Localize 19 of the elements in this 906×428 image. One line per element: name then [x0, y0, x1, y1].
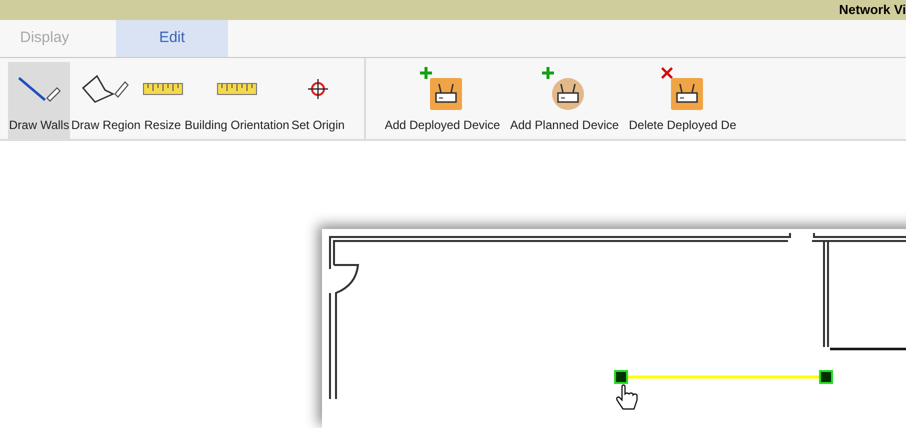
toolbar-button[interactable]: Draw Region: [70, 62, 142, 138]
toolbar-button[interactable]: Add Deployed Device: [384, 62, 502, 138]
router-delete-icon: [660, 66, 705, 110]
selected-wall[interactable]: [614, 369, 834, 385]
hand-cursor-icon: [614, 384, 640, 412]
region-pen-icon: [80, 74, 131, 104]
router-add-icon: [542, 66, 586, 110]
toolbar-button[interactable]: Add Planned Device: [509, 62, 620, 138]
toolbar-button[interactable]: Draw Walls: [8, 62, 70, 138]
ruler-icon: [142, 82, 183, 94]
crosshair-icon: [307, 78, 330, 100]
router-add-icon: [420, 66, 464, 110]
toolbar-button[interactable]: Resize: [142, 62, 184, 138]
toolbar-button[interactable]: Delete Deployed De: [628, 62, 738, 138]
window-title: Network Vi: [839, 1, 906, 19]
toolbar-button[interactable]: Building Orientation: [184, 62, 290, 138]
tab[interactable]: Edit: [116, 20, 228, 56]
toolbar-button[interactable]: Set Origin: [290, 62, 346, 138]
ruler-icon: [216, 82, 257, 94]
